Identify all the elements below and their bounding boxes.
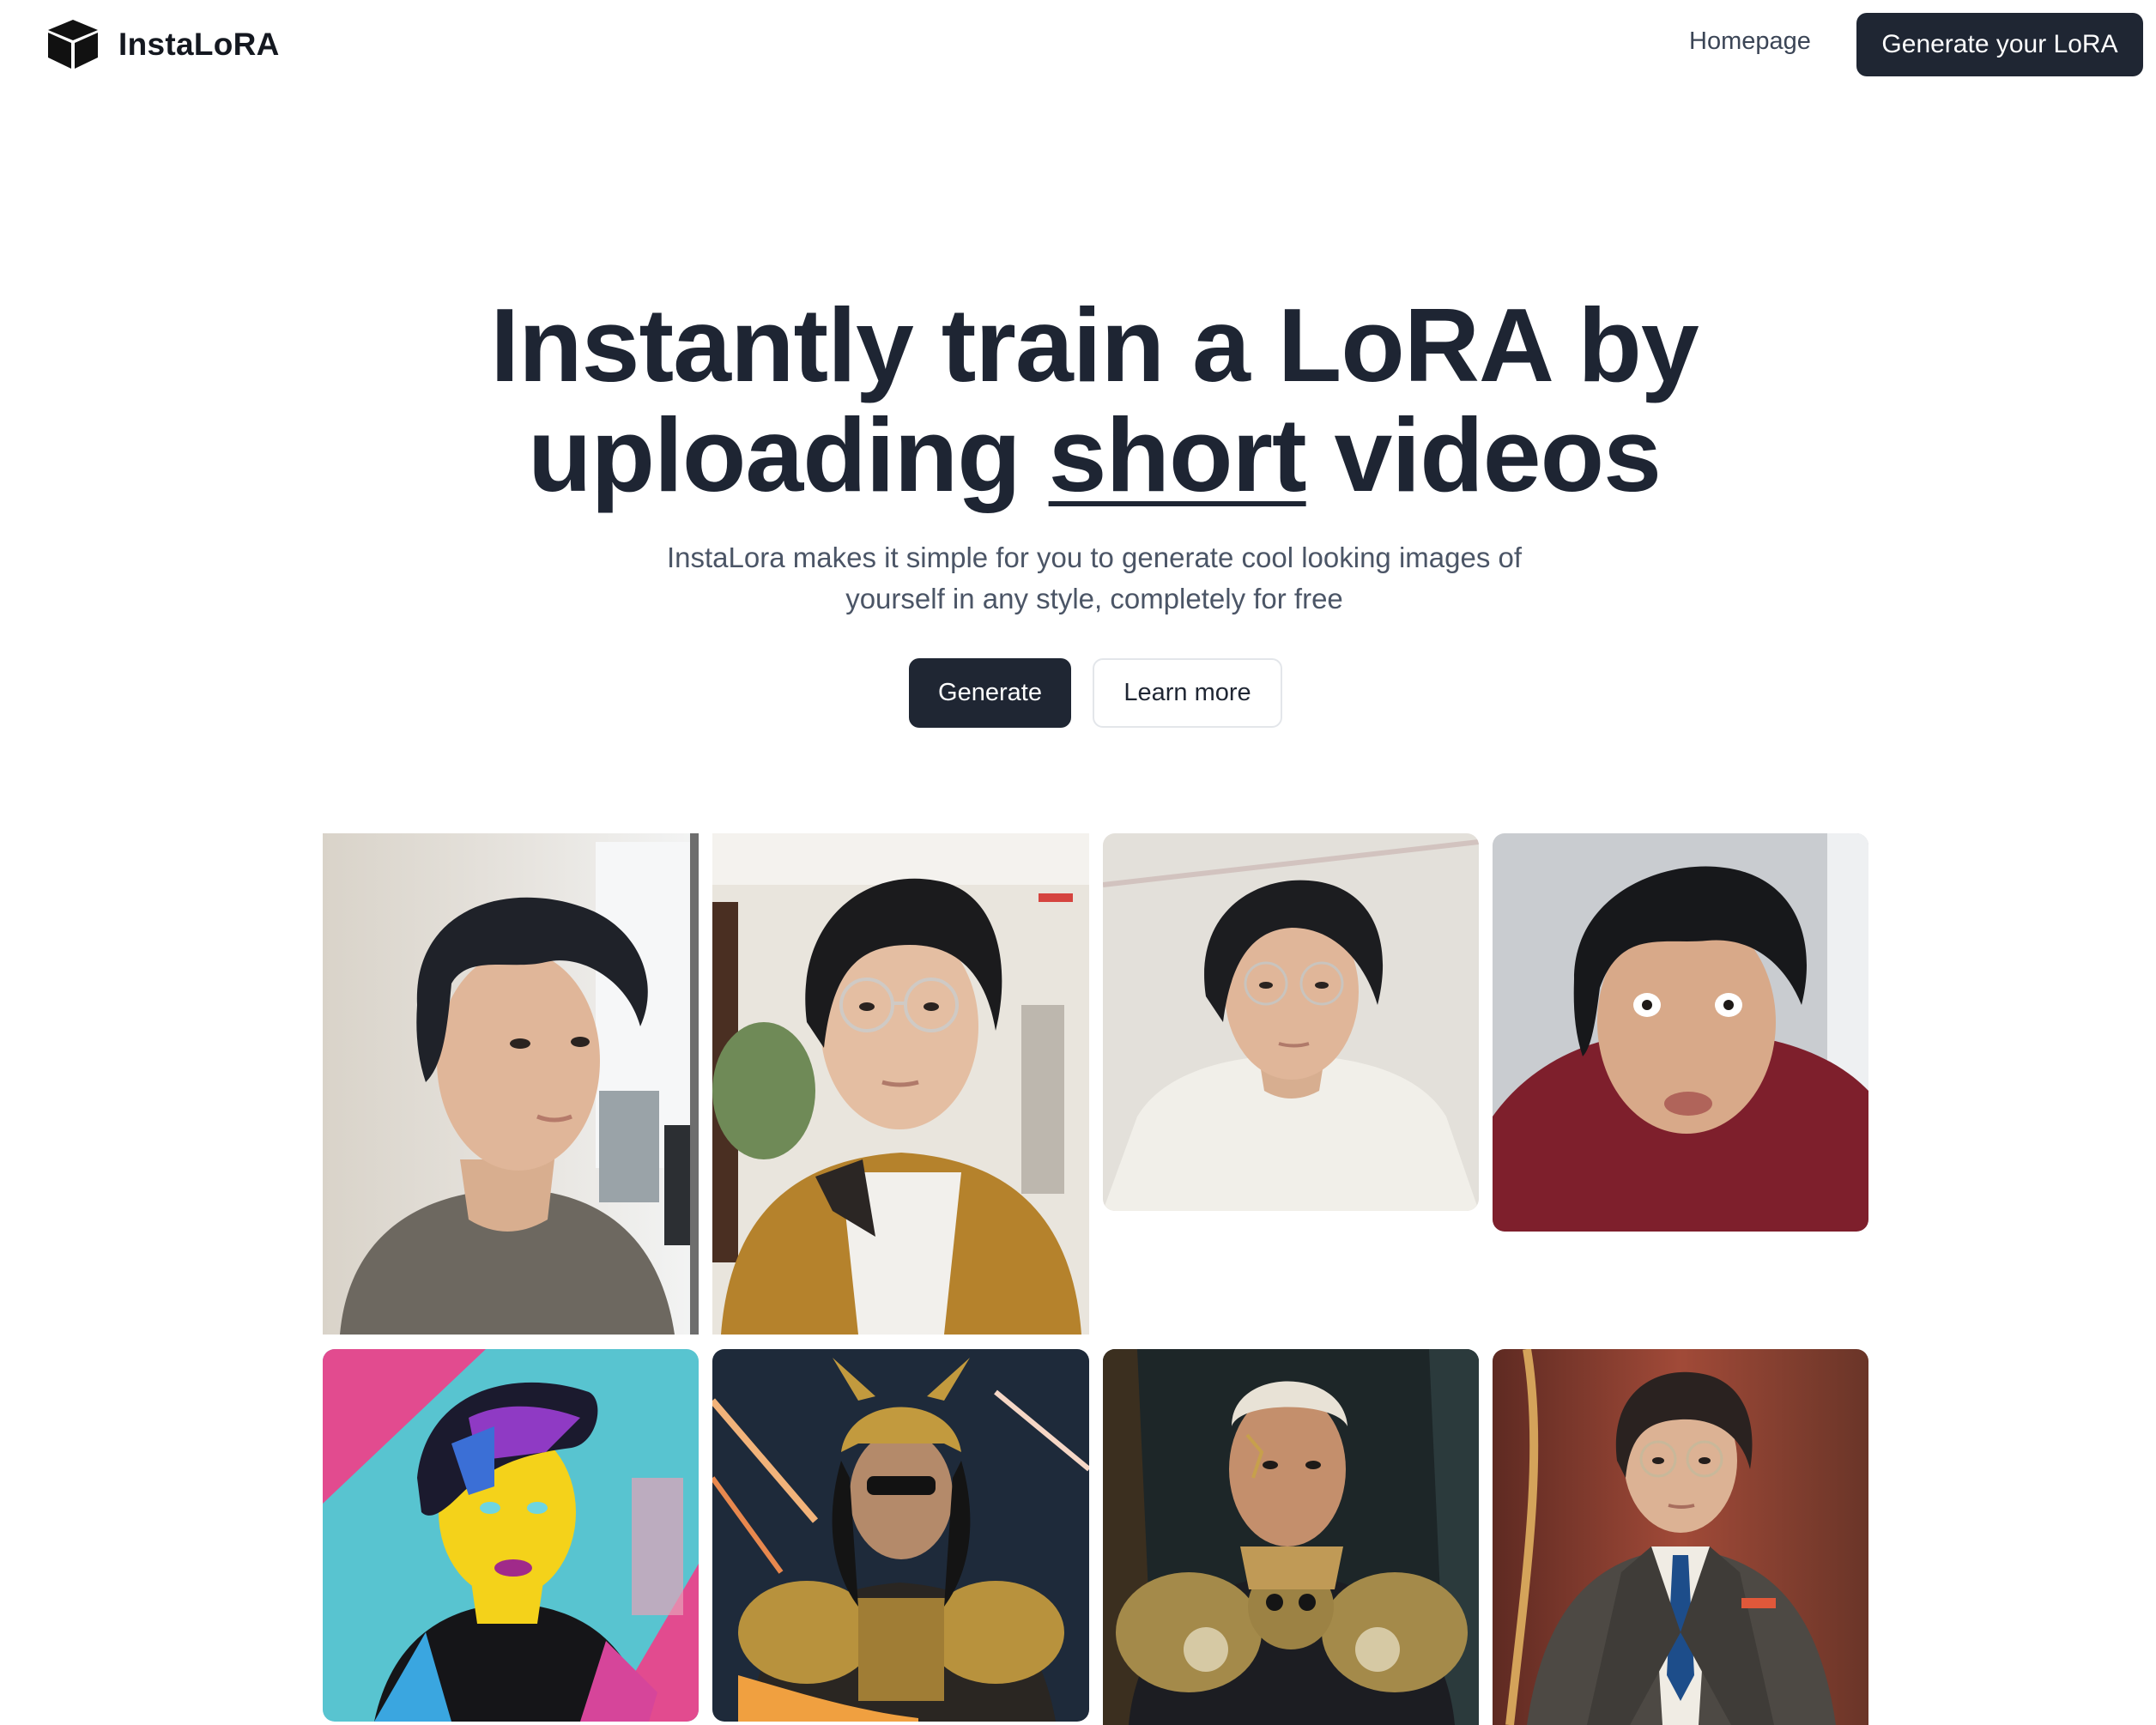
- hero-subtitle-line2: yourself in any style, completely for fr…: [845, 583, 1343, 614]
- generate-lora-button[interactable]: Generate your LoRA: [1856, 13, 2143, 76]
- learn-more-button[interactable]: Learn more: [1093, 658, 1282, 728]
- gallery-image-skull-armor-warrior: [1103, 1349, 1479, 1725]
- gallery-image-suit-portrait: [1493, 1349, 1868, 1725]
- nav-homepage-link[interactable]: Homepage: [1689, 27, 1811, 56]
- brand-name: InstaLoRA: [118, 26, 280, 62]
- gallery-image-pop-art-portrait: [323, 1349, 699, 1722]
- gallery-image-samurai-armor: [712, 1349, 1089, 1722]
- hero-title-line2-post: videos: [1305, 396, 1662, 513]
- cube-icon: [45, 18, 100, 70]
- gallery-image-selfie-mustard-jacket: [712, 833, 1089, 1335]
- hero-title-line2-pre: uploading: [527, 396, 1049, 513]
- hero-subtitle: InstaLora makes it simple for you to gen…: [632, 537, 1557, 620]
- hero-title-emphasis: short: [1048, 396, 1307, 513]
- hero-subtitle-line1: InstaLora makes it simple for you to gen…: [666, 542, 1523, 573]
- gallery-image-selfie-red-hoodie: [1493, 833, 1868, 1232]
- gallery-image-selfie-gray-shirt: [323, 833, 699, 1335]
- generate-button[interactable]: Generate: [909, 658, 1071, 728]
- hero-title: Instantly train a LoRA by uploading shor…: [0, 290, 2156, 510]
- gallery-image-selfie-white-shirt: [1103, 833, 1479, 1211]
- brand-logo[interactable]: InstaLoRA: [45, 18, 280, 70]
- hero-title-line1: Instantly train a LoRA by: [490, 287, 1699, 403]
